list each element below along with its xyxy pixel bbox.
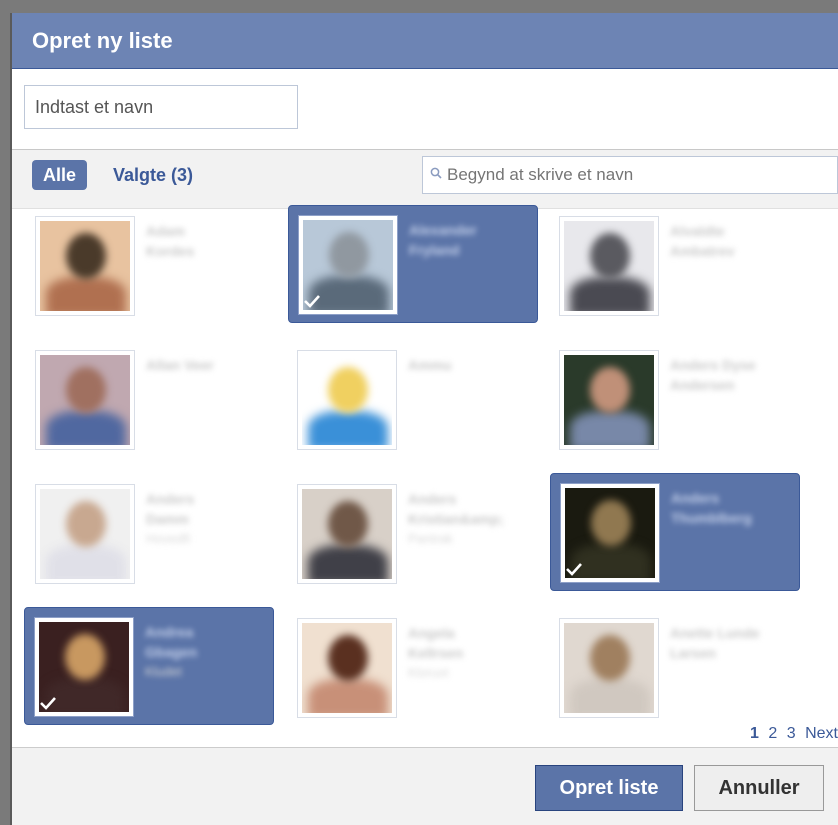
- friend-name-line: Andersen: [670, 377, 735, 393]
- friend-card[interactable]: Angela Kellrsen Kloruvt: [288, 609, 538, 727]
- friend-name-line: Gbagen: [145, 644, 198, 660]
- friend-avatar: [297, 350, 397, 450]
- friend-name: Anders Damm Hovedfi: [146, 489, 266, 549]
- friend-card[interactable]: Anders Thumblberg: [550, 473, 800, 591]
- friend-name-line: Kludet: [145, 664, 182, 679]
- friend-name: Ammu: [408, 355, 528, 375]
- check-icon: [40, 697, 56, 710]
- list-name-row: [12, 69, 838, 150]
- friend-card[interactable]: Allan Veer: [26, 341, 276, 459]
- friend-name-line: Anders: [671, 490, 720, 506]
- friend-name: Andrea Gbagen Kludet: [145, 622, 265, 682]
- friend-name-line: Angela: [408, 625, 455, 641]
- cancel-button[interactable]: Annuller: [694, 765, 824, 811]
- friend-card[interactable]: Anders Dyse Andersen: [550, 341, 800, 459]
- friend-name: Anders Thumblberg: [671, 488, 791, 528]
- friend-avatar: [559, 216, 659, 316]
- friend-name-line: Andrea: [145, 624, 194, 640]
- friend-card[interactable]: Alvaldte Ambatrev: [550, 207, 800, 325]
- next-page-link[interactable]: Next: [805, 725, 838, 742]
- friend-card[interactable]: Anette Lunde Larsen: [550, 609, 800, 727]
- friend-name-line: Damm: [146, 511, 189, 527]
- friend-name-line: Pantrak: [408, 531, 453, 546]
- search-icon: [430, 167, 442, 179]
- tab-selected[interactable]: Valgte (3): [113, 160, 193, 190]
- page-link-3[interactable]: 3: [787, 725, 796, 742]
- friend-name: Anette Lunde Larsen: [670, 623, 790, 663]
- friend-avatar: [297, 484, 397, 584]
- friend-name: Anders Dyse Andersen: [670, 355, 790, 395]
- friend-card[interactable]: Ammu: [288, 341, 538, 459]
- friend-name-line: Allan Veer: [146, 357, 214, 373]
- friend-name: Anders Kristian&amp; Pantrak: [408, 489, 528, 549]
- friend-name-line: Kellrsen: [408, 645, 464, 661]
- friend-name-line: Fryland: [409, 242, 460, 258]
- friend-name-line: Kloruvt: [408, 665, 449, 680]
- check-icon: [566, 563, 582, 576]
- friend-name-line: Alvaldte: [670, 223, 725, 239]
- friend-search-input[interactable]: [447, 157, 827, 193]
- friend-name-line: Anette Lunde: [670, 625, 760, 641]
- friend-name-line: Ambatrev: [670, 243, 735, 259]
- friend-name-line: Alexander: [409, 222, 477, 238]
- dialog-footer: Opret liste Annuller: [12, 747, 838, 825]
- friend-name: Alexander Fryland: [409, 220, 529, 260]
- friend-card[interactable]: Andrea Gbagen Kludet: [24, 607, 274, 725]
- friend-card[interactable]: Anders Kristian&amp; Pantrak: [288, 475, 538, 593]
- friend-avatar: [297, 618, 397, 718]
- tab-all[interactable]: Alle: [32, 160, 88, 190]
- friend-name-line: Anders: [408, 491, 457, 507]
- filter-bar: Alle Valgte (3): [12, 150, 838, 209]
- dialog-title: Opret ny liste: [12, 13, 838, 69]
- friend-search-box[interactable]: [422, 156, 838, 194]
- friend-avatar: [35, 216, 135, 316]
- friend-avatar: [559, 350, 659, 450]
- friend-avatar: [35, 484, 135, 584]
- friend-avatar: [35, 350, 135, 450]
- page-link-2[interactable]: 2: [768, 725, 777, 742]
- friend-name-line: Anders Dyse: [670, 357, 756, 373]
- create-list-dialog: Opret ny liste Alle Valgte (3) Adam Korde…: [12, 13, 838, 825]
- list-name-input[interactable]: [24, 85, 298, 129]
- friend-card[interactable]: Alexander Fryland: [288, 205, 538, 323]
- pagination: 1 2 3 Next: [745, 725, 838, 749]
- friend-name: Adam Kordes: [146, 221, 266, 261]
- friend-card[interactable]: Adam Kordes: [26, 207, 276, 325]
- friend-name: Alvaldte Ambatrev: [670, 221, 790, 261]
- friend-name-line: Thumblberg: [671, 510, 752, 526]
- friend-name-line: Kordes: [146, 243, 195, 259]
- friend-grid: Adam Kordes Alexander Fryland Alvaldte Ambatr…: [12, 205, 838, 747]
- friend-name-line: Ammu: [408, 357, 452, 373]
- friend-name-line: Kristian&amp;: [408, 511, 504, 527]
- friend-name-line: Adam: [146, 223, 185, 239]
- friend-name: Allan Veer: [146, 355, 266, 375]
- friend-name-line: Hovedfi: [146, 531, 191, 546]
- friend-name-line: Larsen: [670, 645, 716, 661]
- create-list-button[interactable]: Opret liste: [535, 765, 683, 811]
- friend-avatar: [559, 618, 659, 718]
- friend-card[interactable]: Anders Damm Hovedfi: [26, 475, 276, 593]
- check-icon: [304, 295, 320, 308]
- page-current: 1: [750, 725, 759, 742]
- friend-name: Angela Kellrsen Kloruvt: [408, 623, 528, 683]
- friend-name-line: Anders: [146, 491, 195, 507]
